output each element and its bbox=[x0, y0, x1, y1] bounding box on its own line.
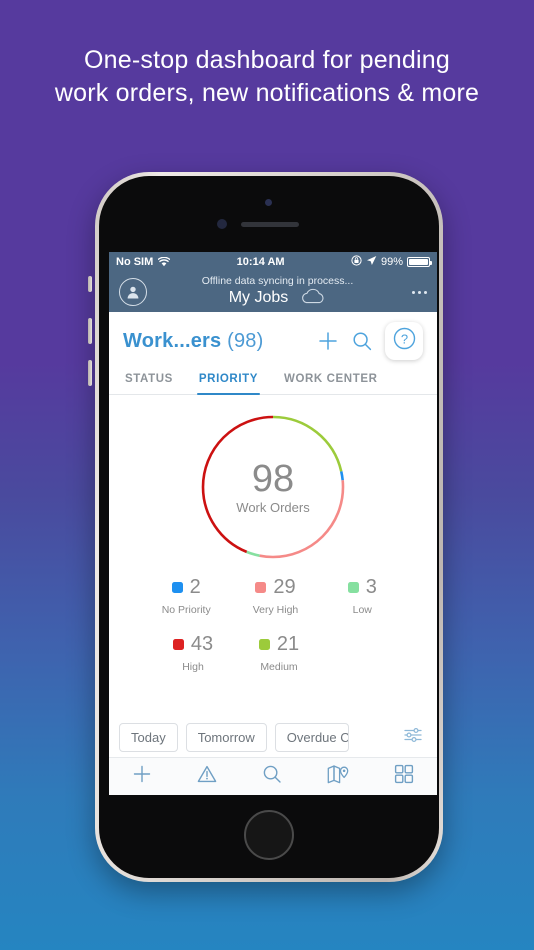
location-arrow-icon bbox=[366, 255, 377, 269]
legend-label-medium: Medium bbox=[260, 661, 298, 673]
donut-center: 98 Work Orders bbox=[197, 411, 349, 563]
user-avatar-icon[interactable] bbox=[119, 278, 147, 306]
app-nav-bar: Offline data syncing in process... My Jo… bbox=[109, 272, 437, 312]
legend-swatch-no-priority bbox=[171, 582, 183, 593]
battery-icon bbox=[407, 257, 432, 267]
plus-icon[interactable] bbox=[131, 763, 153, 790]
legend-item-low[interactable]: 3 Low bbox=[340, 577, 384, 616]
status-bar-time: 10:14 AM bbox=[236, 256, 285, 268]
phone-screen: No SIM 10:14 AM 99% Offline data syncing… bbox=[109, 252, 437, 795]
grid-dashboard-icon[interactable] bbox=[393, 763, 415, 790]
headline-line-1: One-stop dashboard for pending bbox=[84, 46, 450, 74]
page-title-text: Work...ers bbox=[123, 329, 222, 352]
sync-status-text: Offline data syncing in process... bbox=[201, 275, 354, 287]
priority-donut-chart[interactable]: 98 Work Orders bbox=[197, 411, 349, 563]
home-button[interactable] bbox=[244, 810, 294, 860]
proximity-sensor-icon bbox=[217, 219, 227, 229]
wifi-icon bbox=[158, 256, 171, 267]
legend-row-2: 43 High 21 Medium bbox=[109, 634, 437, 673]
legend-label-very-high: Very High bbox=[252, 604, 299, 616]
warning-triangle-icon[interactable] bbox=[196, 763, 218, 790]
chip-today[interactable]: Today bbox=[119, 722, 178, 752]
headline-line-2: work orders, new notifications & more bbox=[54, 79, 480, 107]
legend-item-high[interactable]: 43 High bbox=[171, 634, 215, 673]
legend-item-very-high[interactable]: 29 Very High bbox=[252, 576, 299, 617]
question-mark-icon: ? bbox=[393, 327, 416, 355]
nav-center: Offline data syncing in process... My Jo… bbox=[147, 275, 408, 309]
page-title: Work...ers (98) bbox=[123, 330, 263, 353]
bottom-tab-bar bbox=[109, 757, 437, 795]
search-icon[interactable] bbox=[261, 763, 283, 790]
tab-status[interactable]: STATUS bbox=[123, 366, 175, 394]
page-title-count: (98) bbox=[227, 329, 264, 352]
sliders-filter-icon[interactable] bbox=[403, 725, 427, 750]
legend-value-high: 43 bbox=[190, 633, 214, 655]
silent-switch[interactable] bbox=[88, 276, 92, 292]
chip-overdue[interactable]: Overdue C bbox=[274, 722, 349, 752]
legend-swatch-very-high bbox=[255, 582, 267, 593]
legend-item-medium[interactable]: 21 Medium bbox=[257, 634, 301, 673]
legend-swatch-low bbox=[347, 582, 359, 593]
legend-label-low: Low bbox=[352, 604, 372, 616]
carrier-label: No SIM bbox=[116, 256, 154, 268]
search-icon[interactable] bbox=[351, 330, 373, 352]
tab-bar: STATUS PRIORITY WORK CENTER bbox=[109, 366, 437, 395]
phone-frame: No SIM 10:14 AM 99% Offline data syncing… bbox=[88, 172, 443, 882]
status-bar: No SIM 10:14 AM 99% bbox=[109, 252, 437, 272]
donut-total-value: 98 bbox=[251, 458, 295, 500]
nav-title: My Jobs bbox=[228, 289, 289, 306]
volume-down-button[interactable] bbox=[88, 360, 92, 386]
cloud-icon[interactable] bbox=[300, 287, 326, 309]
tab-work-center[interactable]: WORK CENTER bbox=[282, 366, 380, 394]
phone-bezel: No SIM 10:14 AM 99% Offline data syncing… bbox=[99, 176, 439, 878]
chart-legend: 2 No Priority 29 Very High 3 Low 43 High… bbox=[109, 563, 437, 674]
legend-label-high: High bbox=[182, 661, 204, 673]
legend-row-1: 2 No Priority 29 Very High 3 Low bbox=[109, 576, 437, 617]
rotation-lock-icon bbox=[351, 255, 362, 269]
legend-swatch-medium bbox=[258, 639, 270, 650]
screen-title-bar: Work...ers (98) ? bbox=[109, 312, 437, 366]
filter-chip-bar: Today Tomorrow Overdue C bbox=[109, 717, 437, 757]
legend-value-medium: 21 bbox=[276, 633, 300, 655]
more-dots-icon[interactable] bbox=[408, 290, 427, 294]
front-camera-icon bbox=[265, 199, 272, 206]
svg-text:?: ? bbox=[400, 331, 407, 346]
legend-swatch-high bbox=[172, 639, 184, 650]
map-pin-icon[interactable] bbox=[326, 763, 350, 790]
headline: One-stop dashboard for pending work orde… bbox=[0, 44, 534, 110]
plus-icon[interactable] bbox=[317, 330, 339, 352]
donut-total-label: Work Orders bbox=[236, 500, 310, 515]
legend-value-very-high: 29 bbox=[273, 576, 296, 598]
earpiece-speaker bbox=[241, 222, 299, 227]
legend-value-low: 3 bbox=[365, 576, 377, 598]
legend-label-no-priority: No Priority bbox=[161, 604, 211, 616]
tab-priority[interactable]: PRIORITY bbox=[196, 366, 261, 395]
battery-percent-label: 99% bbox=[380, 256, 403, 268]
legend-item-no-priority[interactable]: 2 No Priority bbox=[161, 576, 211, 617]
legend-value-no-priority: 2 bbox=[189, 576, 201, 598]
chip-tomorrow[interactable]: Tomorrow bbox=[185, 722, 267, 752]
volume-up-button[interactable] bbox=[88, 318, 92, 344]
help-button[interactable]: ? bbox=[385, 322, 423, 360]
chart-area: 98 Work Orders bbox=[109, 395, 437, 563]
